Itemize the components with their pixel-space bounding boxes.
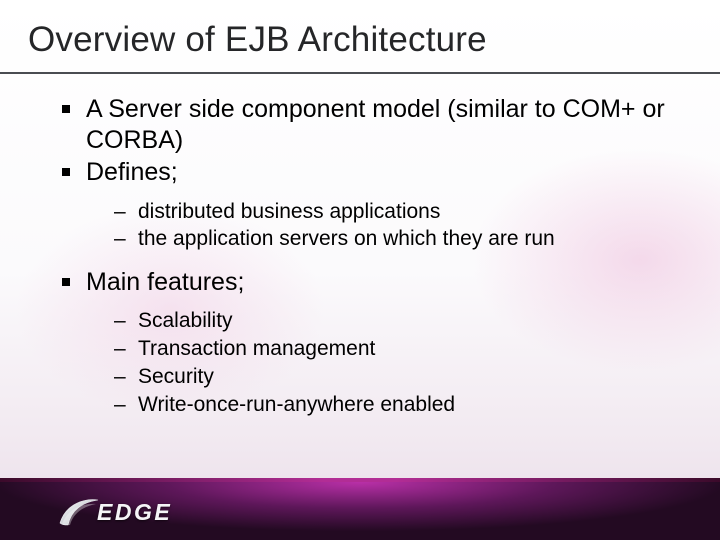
sub-bullet-text: Write-once-run-anywhere enabled <box>138 393 455 416</box>
footer-bar: EDGE <box>0 478 720 540</box>
bullet-text: Defines; <box>86 158 178 186</box>
bullet-item: Main features; Scalability Transaction m… <box>56 267 680 418</box>
title-underline <box>0 72 720 74</box>
slide-body: A Server side component model (similar t… <box>56 94 680 432</box>
sub-bullet-text: Transaction management <box>138 337 375 360</box>
bullet-text: Main features; <box>86 268 244 296</box>
sub-bullet-item: Security <box>108 363 680 391</box>
slide-title: Overview of EJB Architecture <box>28 20 487 60</box>
sub-bullet-item: distributed business applications <box>108 198 680 226</box>
sub-bullet-text: Security <box>138 365 214 388</box>
bullet-text: A Server side component model (similar t… <box>86 95 665 154</box>
sub-bullet-text: distributed business applications <box>138 200 440 223</box>
bullet-list: A Server side component model (similar t… <box>56 94 680 418</box>
swoosh-icon <box>56 495 100 529</box>
sub-bullet-list: distributed business applications the ap… <box>108 198 680 253</box>
sub-bullet-item: Scalability <box>108 307 680 335</box>
edge-logo: EDGE <box>56 491 236 533</box>
logo-text: EDGE <box>97 499 172 526</box>
bullet-item: Defines; distributed business applicatio… <box>56 157 680 253</box>
sub-bullet-item: Transaction management <box>108 335 680 363</box>
sub-bullet-text: the application servers on which they ar… <box>138 227 555 250</box>
sub-bullet-item: Write-once-run-anywhere enabled <box>108 391 680 419</box>
bullet-item: A Server side component model (similar t… <box>56 94 680 155</box>
sub-bullet-list: Scalability Transaction management Secur… <box>108 307 680 418</box>
sub-bullet-text: Scalability <box>138 309 233 332</box>
sub-bullet-item: the application servers on which they ar… <box>108 225 680 253</box>
